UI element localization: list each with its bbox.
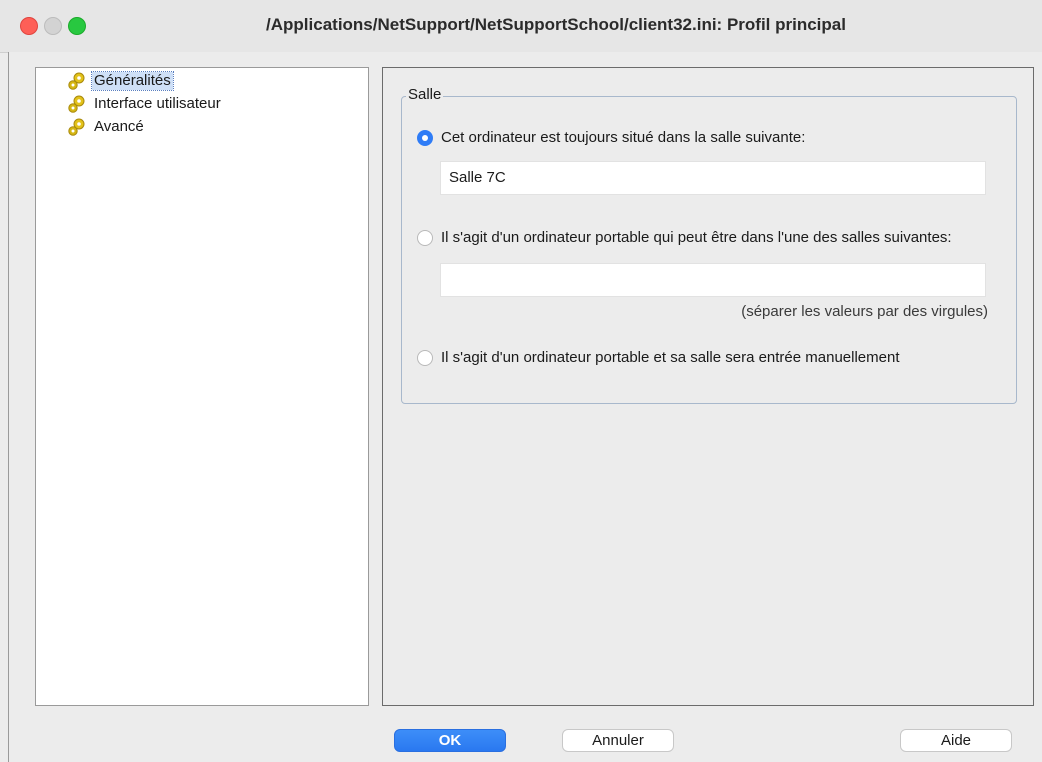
- radio-option-fixed-room[interactable]: Cet ordinateur est toujours situé dans l…: [417, 129, 805, 146]
- radio-option-manual-room[interactable]: Il s'agit d'un ordinateur portable et sa…: [417, 349, 900, 366]
- window-title: /Applications/NetSupport/NetSupportSchoo…: [266, 15, 846, 34]
- help-button[interactable]: Aide: [900, 729, 1012, 752]
- tree-item-avance[interactable]: Avancé: [66, 116, 146, 138]
- rooms-list-input[interactable]: [440, 263, 986, 297]
- radio-label: Il s'agit d'un ordinateur portable et sa…: [441, 349, 900, 366]
- radio-label: Cet ordinateur est toujours situé dans l…: [441, 129, 806, 146]
- gear-icon: [68, 72, 85, 90]
- radio-option-portable-rooms[interactable]: Il s'agit d'un ordinateur portable qui p…: [417, 229, 952, 246]
- settings-tree: Généralités Interface utilisateur Avancé: [35, 67, 369, 706]
- rooms-hint: (séparer les valeurs par des virgules): [741, 303, 988, 320]
- window-titlebar: /Applications/NetSupport/NetSupportSchoo…: [0, 0, 1042, 53]
- radio-button[interactable]: [417, 349, 433, 366]
- tree-item-generalites[interactable]: Généralités: [66, 70, 174, 92]
- radio-button-checked[interactable]: [417, 129, 433, 146]
- tree-item-label: Avancé: [94, 118, 144, 135]
- group-legend: Salle: [406, 86, 444, 103]
- gear-icon: [68, 118, 85, 136]
- tree-item-label: Généralités: [91, 71, 174, 91]
- tree-item-label: Interface utilisateur: [94, 95, 221, 112]
- salle-group: Salle Cet ordinateur est toujours situé …: [401, 86, 1017, 404]
- ok-button[interactable]: OK: [394, 729, 506, 752]
- room-name-input[interactable]: Salle 7C: [440, 161, 986, 195]
- cancel-button[interactable]: Annuler: [562, 729, 674, 752]
- settings-panel: Salle Cet ordinateur est toujours situé …: [382, 67, 1034, 706]
- tree-item-interface-utilisateur[interactable]: Interface utilisateur: [66, 93, 223, 115]
- radio-label: Il s'agit d'un ordinateur portable qui p…: [441, 229, 952, 246]
- gear-icon: [68, 95, 85, 113]
- radio-button[interactable]: [417, 229, 433, 246]
